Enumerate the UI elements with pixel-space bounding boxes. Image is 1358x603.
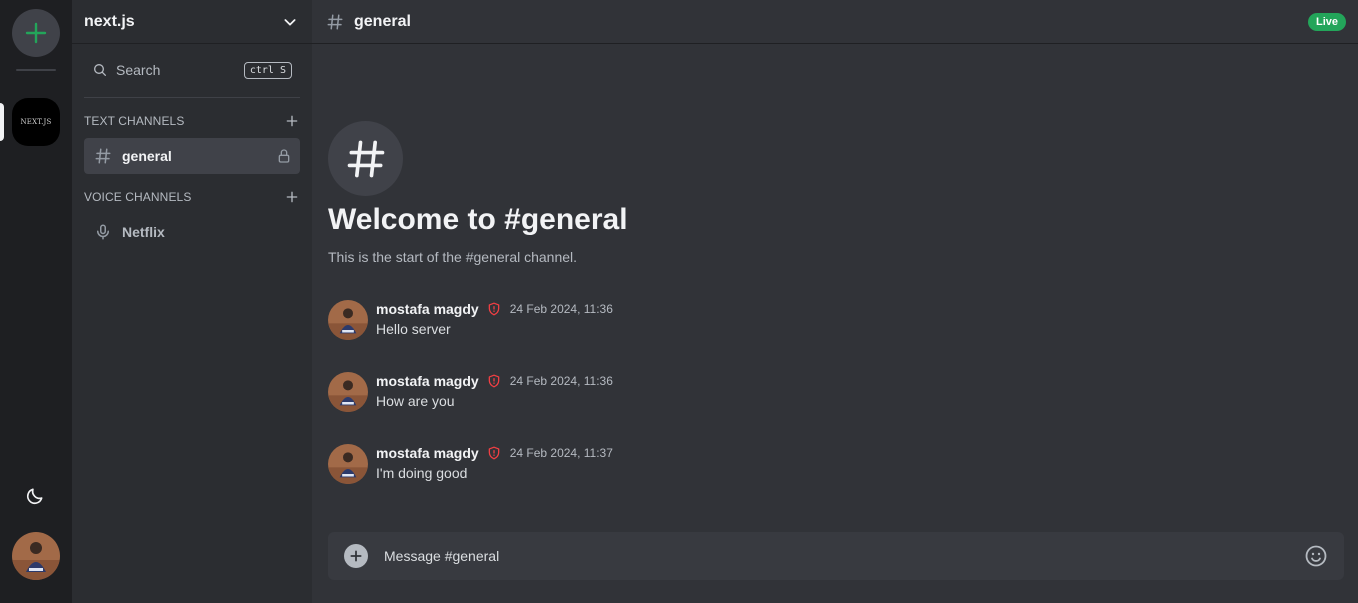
message-text: Hello server <box>376 321 451 337</box>
message-item: mostafa magdy 24 Feb 2024, 11:36 Hello s… <box>328 300 1328 344</box>
message-timestamp: 24 Feb 2024, 11:36 <box>509 374 613 388</box>
welcome-title: Welcome to #general <box>328 203 628 236</box>
message-composer <box>328 532 1344 580</box>
sidebar-separator <box>84 97 300 98</box>
text-channels-section: TEXT CHANNELS <box>84 111 300 131</box>
message-item: mostafa magdy 24 Feb 2024, 11:36 How are… <box>328 372 1328 416</box>
channel-name-netflix: Netflix <box>122 224 165 240</box>
avatar-image <box>12 532 60 580</box>
moon-icon <box>26 488 43 505</box>
rail-separator <box>16 69 56 71</box>
message-header: mostafa magdy 24 Feb 2024, 11:36 <box>376 373 613 389</box>
search-label: Search <box>116 62 161 78</box>
message-header: mostafa magdy 24 Feb 2024, 11:37 <box>376 445 613 461</box>
server-icon-label: NEXT.JS <box>20 118 52 126</box>
welcome-hash-badge <box>328 121 403 196</box>
message-header: mostafa magdy 24 Feb 2024, 11:36 <box>376 301 613 317</box>
add-text-channel-icon[interactable] <box>284 113 300 129</box>
hash-icon <box>327 14 343 29</box>
message-avatar[interactable] <box>328 300 368 340</box>
add-voice-channel-icon[interactable] <box>284 189 300 205</box>
chat-area: general Live Welcome to #general This is… <box>312 0 1358 603</box>
app-window: NEXT.JS next.js Search ctrl S TEXT CHANN… <box>0 0 1358 603</box>
attach-button[interactable] <box>344 544 368 568</box>
message-item: mostafa magdy 24 Feb 2024, 11:37 I'm doi… <box>328 444 1328 488</box>
server-icon-nextjs[interactable]: NEXT.JS <box>12 98 60 146</box>
message-author[interactable]: mostafa magdy <box>376 445 479 461</box>
avatar-image <box>328 372 368 412</box>
active-server-indicator <box>0 103 4 141</box>
channel-name-general: general <box>122 148 172 164</box>
admin-shield-icon <box>487 446 501 460</box>
message-avatar[interactable] <box>328 372 368 412</box>
channel-item-netflix[interactable]: Netflix <box>84 214 300 250</box>
search-button[interactable]: Search ctrl S <box>84 52 300 88</box>
chevron-down-icon <box>284 18 296 26</box>
server-rail: NEXT.JS <box>0 0 72 603</box>
message-timestamp: 24 Feb 2024, 11:36 <box>509 302 613 316</box>
text-channels-title: TEXT CHANNELS <box>84 114 185 128</box>
avatar-image <box>328 300 368 340</box>
lock-icon <box>278 149 290 163</box>
voice-channels-title: VOICE CHANNELS <box>84 190 192 204</box>
emoji-button[interactable] <box>1304 544 1328 568</box>
channel-header: general Live <box>312 0 1358 44</box>
hash-icon <box>347 140 384 177</box>
plus-icon <box>350 550 362 562</box>
user-avatar[interactable] <box>12 532 60 580</box>
server-header[interactable]: next.js <box>72 0 312 44</box>
status-badge: Live <box>1307 12 1346 31</box>
message-text: How are you <box>376 393 455 409</box>
add-server-button[interactable] <box>12 9 60 57</box>
hash-icon <box>95 148 111 164</box>
plus-icon <box>25 22 47 44</box>
message-text: I'm doing good <box>376 465 468 481</box>
message-author[interactable]: mostafa magdy <box>376 301 479 317</box>
mic-icon <box>97 224 109 240</box>
avatar-image <box>328 444 368 484</box>
voice-channels-section: VOICE CHANNELS <box>84 187 300 207</box>
message-input[interactable] <box>384 548 1304 564</box>
channel-sidebar: next.js Search ctrl S TEXT CHANNELS gene… <box>72 0 312 603</box>
message-timestamp: 24 Feb 2024, 11:37 <box>509 446 613 460</box>
admin-shield-icon <box>487 302 501 316</box>
message-author[interactable]: mostafa magdy <box>376 373 479 389</box>
message-avatar[interactable] <box>328 444 368 484</box>
search-shortcut: ctrl S <box>243 61 292 79</box>
admin-shield-icon <box>487 374 501 388</box>
search-icon <box>94 64 106 76</box>
smile-icon <box>1305 545 1327 567</box>
channel-item-general[interactable]: general <box>84 138 300 174</box>
channel-title: general <box>354 12 411 30</box>
server-name: next.js <box>84 12 135 30</box>
welcome-subtitle: This is the start of the #general channe… <box>328 249 578 265</box>
theme-toggle-button[interactable] <box>23 484 47 508</box>
